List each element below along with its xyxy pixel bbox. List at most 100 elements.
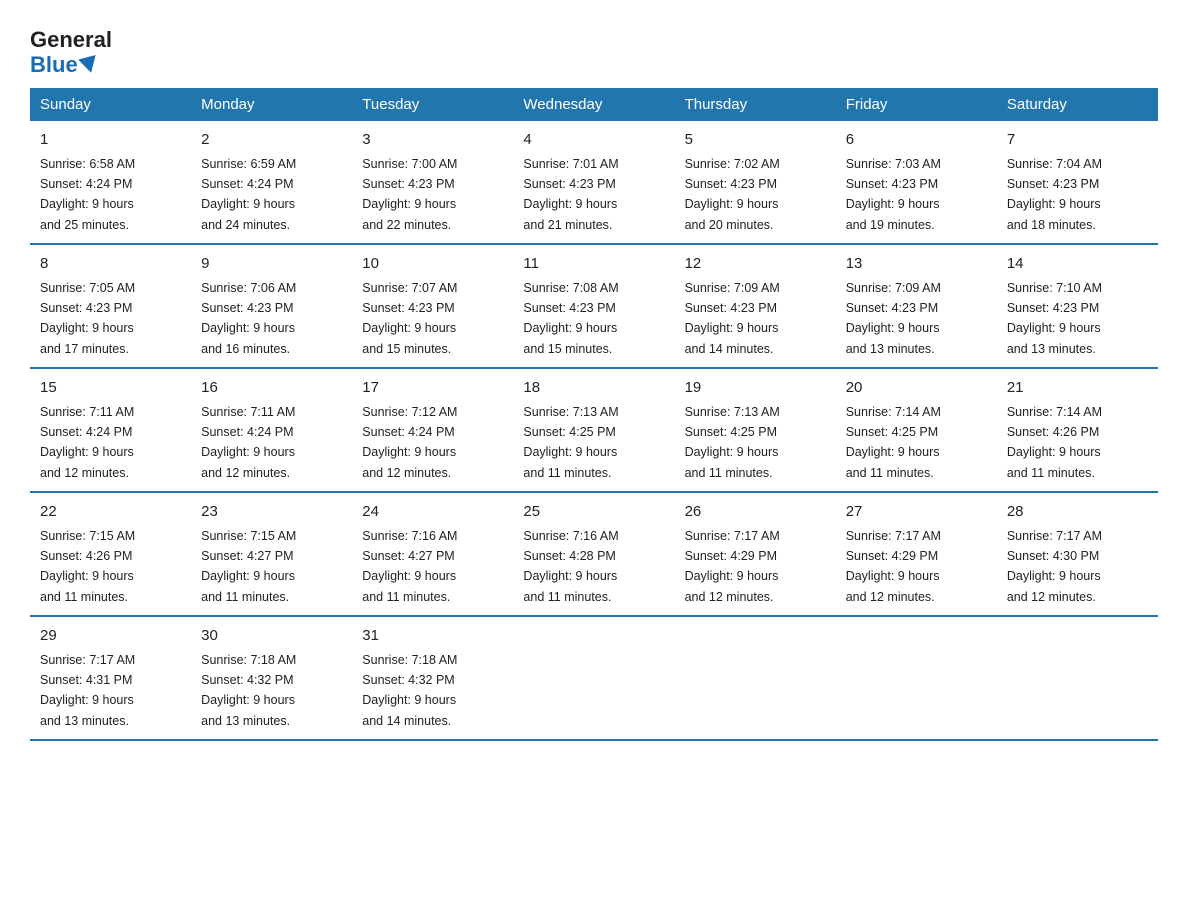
day-number: 22 bbox=[40, 501, 181, 524]
day-number: 31 bbox=[362, 625, 503, 648]
calendar-week-row: 15 Sunrise: 7:11 AMSunset: 4:24 PMDaylig… bbox=[30, 368, 1158, 492]
calendar-cell: 15 Sunrise: 7:11 AMSunset: 4:24 PMDaylig… bbox=[30, 368, 191, 492]
day-info: Sunrise: 6:59 AMSunset: 4:24 PMDaylight:… bbox=[201, 157, 296, 232]
day-info: Sunrise: 7:08 AMSunset: 4:23 PMDaylight:… bbox=[523, 281, 618, 356]
day-info: Sunrise: 7:16 AMSunset: 4:28 PMDaylight:… bbox=[523, 529, 618, 604]
calendar-cell: 6 Sunrise: 7:03 AMSunset: 4:23 PMDayligh… bbox=[836, 121, 997, 244]
calendar-cell: 22 Sunrise: 7:15 AMSunset: 4:26 PMDaylig… bbox=[30, 492, 191, 616]
calendar-cell: 19 Sunrise: 7:13 AMSunset: 4:25 PMDaylig… bbox=[675, 368, 836, 492]
day-info: Sunrise: 7:10 AMSunset: 4:23 PMDaylight:… bbox=[1007, 281, 1102, 356]
day-number: 12 bbox=[685, 253, 826, 276]
calendar-cell: 10 Sunrise: 7:07 AMSunset: 4:23 PMDaylig… bbox=[352, 244, 513, 368]
calendar-week-row: 29 Sunrise: 7:17 AMSunset: 4:31 PMDaylig… bbox=[30, 616, 1158, 740]
day-number: 17 bbox=[362, 377, 503, 400]
day-number: 7 bbox=[1007, 129, 1148, 152]
day-number: 20 bbox=[846, 377, 987, 400]
day-info: Sunrise: 7:03 AMSunset: 4:23 PMDaylight:… bbox=[846, 157, 941, 232]
day-number: 26 bbox=[685, 501, 826, 524]
logo-general-text: General bbox=[30, 28, 112, 52]
day-number: 24 bbox=[362, 501, 503, 524]
calendar-header-row: SundayMondayTuesdayWednesdayThursdayFrid… bbox=[30, 88, 1158, 121]
day-info: Sunrise: 7:17 AMSunset: 4:31 PMDaylight:… bbox=[40, 653, 135, 728]
day-info: Sunrise: 7:01 AMSunset: 4:23 PMDaylight:… bbox=[523, 157, 618, 232]
day-number: 16 bbox=[201, 377, 342, 400]
day-info: Sunrise: 7:17 AMSunset: 4:29 PMDaylight:… bbox=[685, 529, 780, 604]
day-number: 2 bbox=[201, 129, 342, 152]
header-thursday: Thursday bbox=[675, 88, 836, 121]
day-info: Sunrise: 7:09 AMSunset: 4:23 PMDaylight:… bbox=[846, 281, 941, 356]
day-number: 13 bbox=[846, 253, 987, 276]
calendar-cell: 11 Sunrise: 7:08 AMSunset: 4:23 PMDaylig… bbox=[513, 244, 674, 368]
calendar-cell: 4 Sunrise: 7:01 AMSunset: 4:23 PMDayligh… bbox=[513, 121, 674, 244]
calendar-cell: 3 Sunrise: 7:00 AMSunset: 4:23 PMDayligh… bbox=[352, 121, 513, 244]
day-info: Sunrise: 7:07 AMSunset: 4:23 PMDaylight:… bbox=[362, 281, 457, 356]
day-number: 19 bbox=[685, 377, 826, 400]
day-info: Sunrise: 7:11 AMSunset: 4:24 PMDaylight:… bbox=[40, 405, 134, 480]
header-wednesday: Wednesday bbox=[513, 88, 674, 121]
calendar-cell: 21 Sunrise: 7:14 AMSunset: 4:26 PMDaylig… bbox=[997, 368, 1158, 492]
calendar-cell: 1 Sunrise: 6:58 AMSunset: 4:24 PMDayligh… bbox=[30, 121, 191, 244]
calendar-cell bbox=[675, 616, 836, 740]
day-info: Sunrise: 7:06 AMSunset: 4:23 PMDaylight:… bbox=[201, 281, 296, 356]
day-info: Sunrise: 7:15 AMSunset: 4:27 PMDaylight:… bbox=[201, 529, 296, 604]
header-tuesday: Tuesday bbox=[352, 88, 513, 121]
calendar-table: SundayMondayTuesdayWednesdayThursdayFrid… bbox=[30, 88, 1158, 741]
logo: General Blue bbox=[30, 28, 112, 78]
day-info: Sunrise: 7:17 AMSunset: 4:30 PMDaylight:… bbox=[1007, 529, 1102, 604]
day-number: 9 bbox=[201, 253, 342, 276]
day-info: Sunrise: 7:00 AMSunset: 4:23 PMDaylight:… bbox=[362, 157, 457, 232]
day-number: 23 bbox=[201, 501, 342, 524]
day-info: Sunrise: 7:11 AMSunset: 4:24 PMDaylight:… bbox=[201, 405, 295, 480]
day-number: 8 bbox=[40, 253, 181, 276]
calendar-cell: 31 Sunrise: 7:18 AMSunset: 4:32 PMDaylig… bbox=[352, 616, 513, 740]
day-number: 30 bbox=[201, 625, 342, 648]
calendar-cell: 23 Sunrise: 7:15 AMSunset: 4:27 PMDaylig… bbox=[191, 492, 352, 616]
calendar-cell: 18 Sunrise: 7:13 AMSunset: 4:25 PMDaylig… bbox=[513, 368, 674, 492]
day-info: Sunrise: 7:13 AMSunset: 4:25 PMDaylight:… bbox=[523, 405, 618, 480]
day-number: 27 bbox=[846, 501, 987, 524]
day-info: Sunrise: 7:16 AMSunset: 4:27 PMDaylight:… bbox=[362, 529, 457, 604]
day-number: 18 bbox=[523, 377, 664, 400]
calendar-week-row: 8 Sunrise: 7:05 AMSunset: 4:23 PMDayligh… bbox=[30, 244, 1158, 368]
day-number: 10 bbox=[362, 253, 503, 276]
calendar-cell: 7 Sunrise: 7:04 AMSunset: 4:23 PMDayligh… bbox=[997, 121, 1158, 244]
calendar-cell: 30 Sunrise: 7:18 AMSunset: 4:32 PMDaylig… bbox=[191, 616, 352, 740]
calendar-cell: 28 Sunrise: 7:17 AMSunset: 4:30 PMDaylig… bbox=[997, 492, 1158, 616]
day-number: 25 bbox=[523, 501, 664, 524]
calendar-cell: 5 Sunrise: 7:02 AMSunset: 4:23 PMDayligh… bbox=[675, 121, 836, 244]
calendar-cell: 29 Sunrise: 7:17 AMSunset: 4:31 PMDaylig… bbox=[30, 616, 191, 740]
day-number: 21 bbox=[1007, 377, 1148, 400]
day-info: Sunrise: 7:04 AMSunset: 4:23 PMDaylight:… bbox=[1007, 157, 1102, 232]
day-number: 6 bbox=[846, 129, 987, 152]
day-number: 4 bbox=[523, 129, 664, 152]
day-info: Sunrise: 7:09 AMSunset: 4:23 PMDaylight:… bbox=[685, 281, 780, 356]
day-info: Sunrise: 7:15 AMSunset: 4:26 PMDaylight:… bbox=[40, 529, 135, 604]
day-info: Sunrise: 7:12 AMSunset: 4:24 PMDaylight:… bbox=[362, 405, 457, 480]
calendar-week-row: 22 Sunrise: 7:15 AMSunset: 4:26 PMDaylig… bbox=[30, 492, 1158, 616]
calendar-cell: 20 Sunrise: 7:14 AMSunset: 4:25 PMDaylig… bbox=[836, 368, 997, 492]
logo-blue-text: Blue bbox=[30, 52, 78, 78]
day-info: Sunrise: 6:58 AMSunset: 4:24 PMDaylight:… bbox=[40, 157, 135, 232]
day-info: Sunrise: 7:02 AMSunset: 4:23 PMDaylight:… bbox=[685, 157, 780, 232]
calendar-cell: 26 Sunrise: 7:17 AMSunset: 4:29 PMDaylig… bbox=[675, 492, 836, 616]
calendar-cell bbox=[513, 616, 674, 740]
calendar-cell: 12 Sunrise: 7:09 AMSunset: 4:23 PMDaylig… bbox=[675, 244, 836, 368]
day-info: Sunrise: 7:13 AMSunset: 4:25 PMDaylight:… bbox=[685, 405, 780, 480]
day-number: 14 bbox=[1007, 253, 1148, 276]
day-info: Sunrise: 7:14 AMSunset: 4:25 PMDaylight:… bbox=[846, 405, 941, 480]
calendar-cell: 16 Sunrise: 7:11 AMSunset: 4:24 PMDaylig… bbox=[191, 368, 352, 492]
calendar-cell: 17 Sunrise: 7:12 AMSunset: 4:24 PMDaylig… bbox=[352, 368, 513, 492]
day-info: Sunrise: 7:18 AMSunset: 4:32 PMDaylight:… bbox=[362, 653, 457, 728]
header-monday: Monday bbox=[191, 88, 352, 121]
day-number: 29 bbox=[40, 625, 181, 648]
day-info: Sunrise: 7:17 AMSunset: 4:29 PMDaylight:… bbox=[846, 529, 941, 604]
calendar-cell: 13 Sunrise: 7:09 AMSunset: 4:23 PMDaylig… bbox=[836, 244, 997, 368]
calendar-cell: 8 Sunrise: 7:05 AMSunset: 4:23 PMDayligh… bbox=[30, 244, 191, 368]
calendar-cell bbox=[997, 616, 1158, 740]
day-number: 15 bbox=[40, 377, 181, 400]
day-number: 3 bbox=[362, 129, 503, 152]
day-info: Sunrise: 7:05 AMSunset: 4:23 PMDaylight:… bbox=[40, 281, 135, 356]
day-number: 28 bbox=[1007, 501, 1148, 524]
calendar-cell: 9 Sunrise: 7:06 AMSunset: 4:23 PMDayligh… bbox=[191, 244, 352, 368]
calendar-cell: 27 Sunrise: 7:17 AMSunset: 4:29 PMDaylig… bbox=[836, 492, 997, 616]
